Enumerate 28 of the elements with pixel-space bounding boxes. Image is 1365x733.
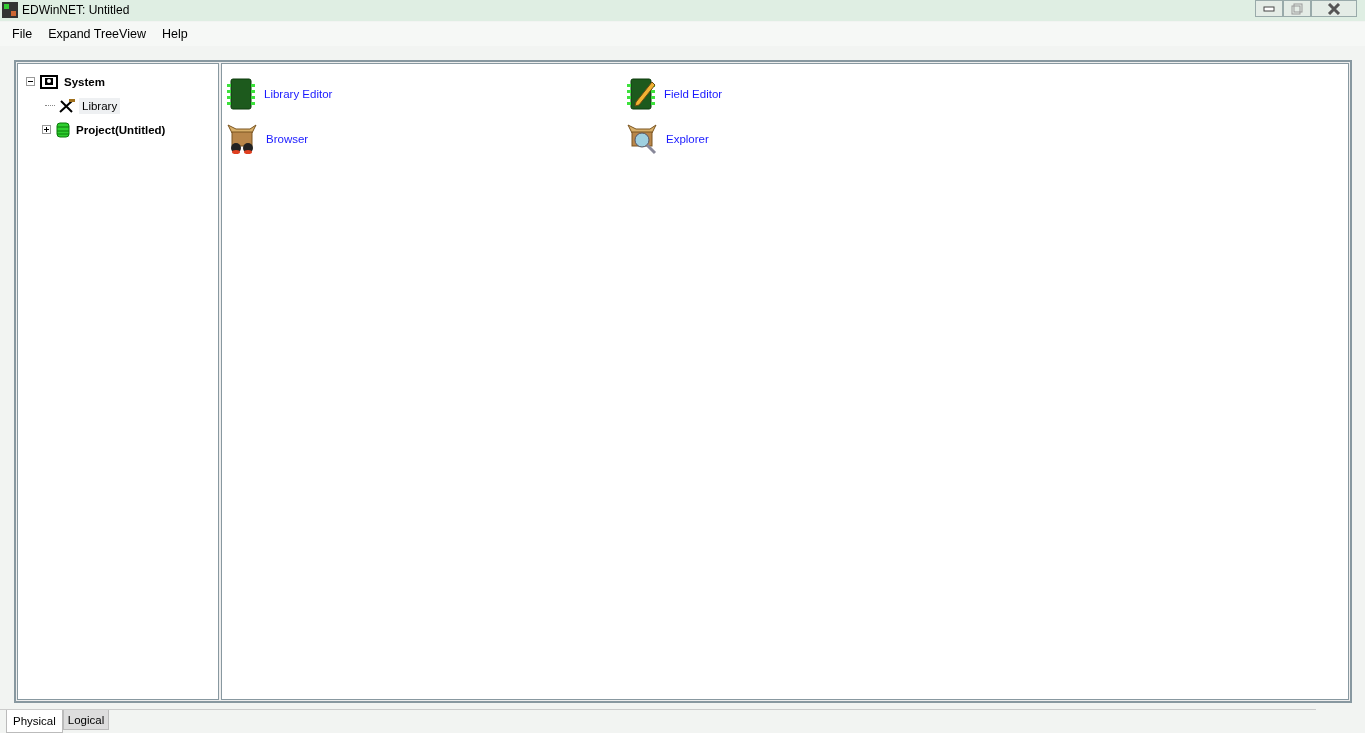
database-icon <box>56 121 70 138</box>
close-icon <box>1327 2 1341 15</box>
menu-item[interactable]: File <box>4 26 41 41</box>
minimize-button[interactable] <box>1255 0 1283 17</box>
collapse-toggle[interactable] <box>26 77 37 87</box>
tab[interactable]: Physical <box>6 710 63 733</box>
chip-icon <box>226 78 256 111</box>
tree-item[interactable]: System <box>61 73 108 90</box>
chip-pencil-icon <box>626 78 656 111</box>
expand-toggle[interactable] <box>42 125 53 135</box>
menu-item[interactable]: Help <box>153 26 196 41</box>
hammer-wrench-icon <box>58 97 76 114</box>
close-button[interactable] <box>1311 0 1357 17</box>
launcher-link[interactable]: Browser <box>266 133 309 146</box>
minimize-icon <box>1263 5 1275 12</box>
box-magnifier-icon <box>626 123 658 156</box>
box-binoculars-icon <box>226 123 258 156</box>
launcher-link[interactable]: Field Editor <box>664 88 723 101</box>
launcher-link[interactable]: Library Editor <box>264 88 333 101</box>
menu-item[interactable]: Expand TreeView <box>40 26 154 41</box>
launcher-link[interactable]: Explorer <box>666 133 709 146</box>
app-icon <box>2 2 18 19</box>
tab[interactable]: Logical <box>62 710 110 730</box>
tree-item[interactable]: Library <box>79 97 121 114</box>
restore-icon <box>1291 2 1303 15</box>
tree-item[interactable]: Project(Untitled) <box>73 121 169 138</box>
window-title: EDWinNET: Untitled <box>22 3 130 18</box>
id-card-icon <box>40 73 58 90</box>
